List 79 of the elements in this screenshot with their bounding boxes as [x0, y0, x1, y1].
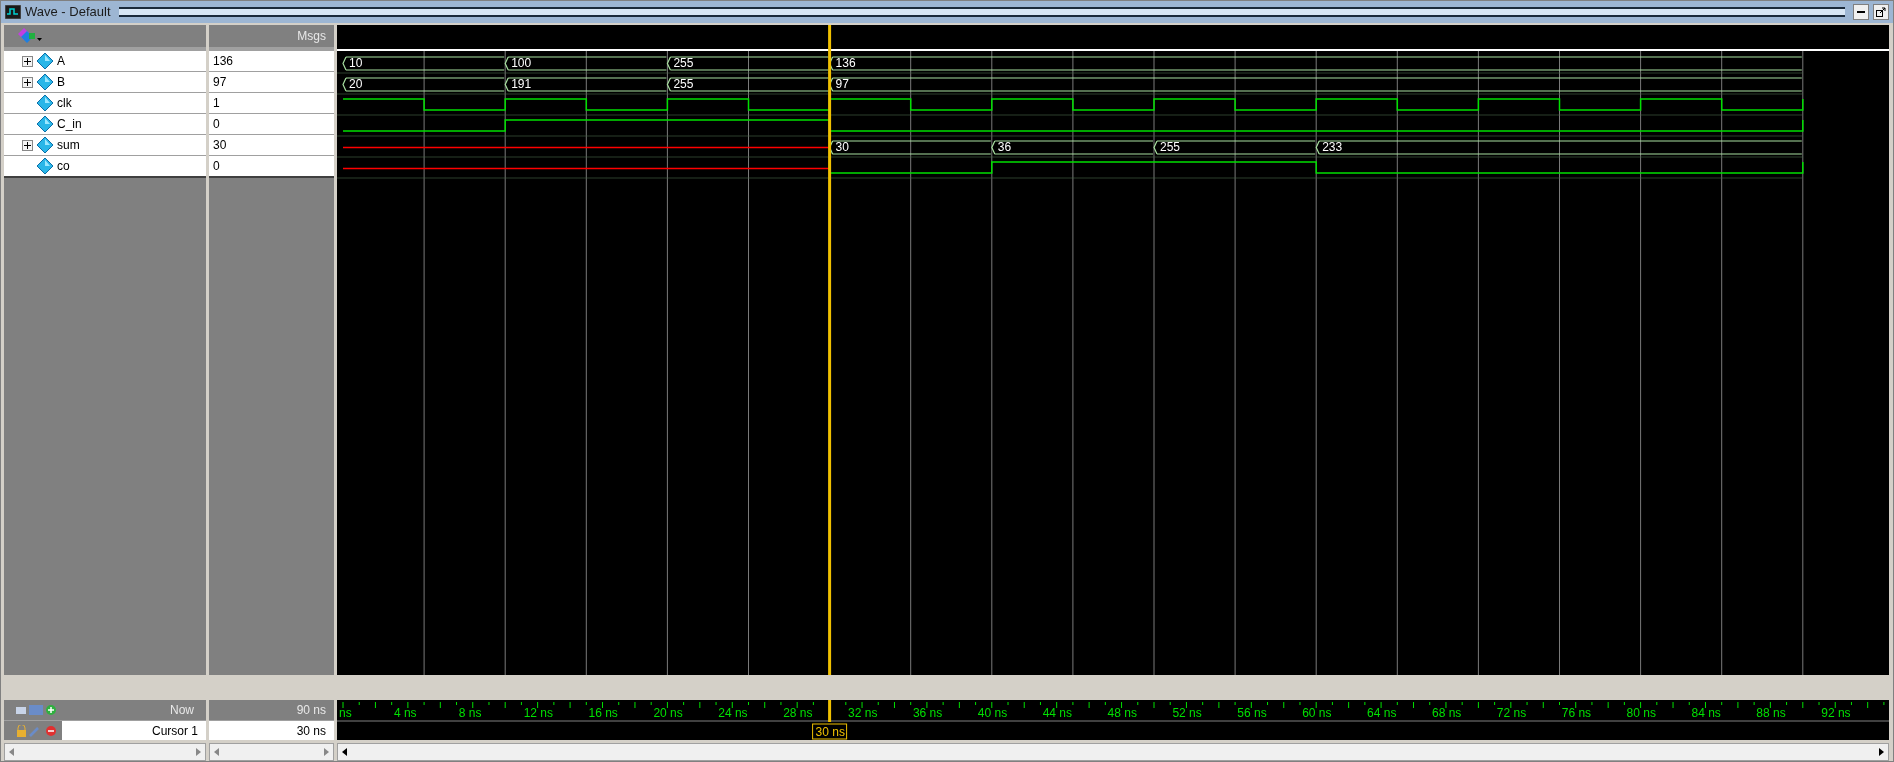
signal-value: 0 — [213, 158, 220, 175]
values-header: Msgs — [297, 28, 326, 45]
signal-name[interactable]: clk — [57, 94, 72, 112]
undock-button[interactable] — [1873, 4, 1889, 20]
time-label: 48 ns — [1107, 706, 1137, 720]
signal-value: 97 — [213, 74, 227, 91]
time-label: 56 ns — [1237, 706, 1267, 720]
cursor-tools-icon[interactable] — [16, 724, 58, 737]
bus-value: 100 — [511, 56, 532, 70]
time-label: 20 ns — [653, 706, 683, 720]
diamond-icon — [37, 74, 53, 90]
scroll-left-icon[interactable] — [342, 748, 347, 756]
time-label: 24 ns — [718, 706, 748, 720]
diamond-icon — [37, 53, 53, 69]
time-label: 36 ns — [912, 706, 943, 720]
plus-icon — [24, 141, 31, 149]
scroll-right-icon[interactable] — [1879, 748, 1884, 756]
minimize-icon — [1857, 11, 1865, 13]
now-value: 90 ns — [296, 702, 326, 719]
expand-button[interactable] — [22, 55, 33, 67]
time-label: 92 ns — [1821, 706, 1851, 720]
time-label: 44 ns — [1042, 706, 1073, 720]
bus-value: 191 — [511, 77, 532, 91]
signal-name[interactable]: sum — [57, 136, 80, 154]
time-label: 4 ns — [393, 706, 417, 720]
bus-value: 36 — [997, 140, 1012, 154]
signal-name[interactable]: A — [57, 52, 65, 70]
time-label: 88 ns — [1756, 706, 1786, 720]
diamond-icon — [37, 137, 53, 153]
cursor-line[interactable] — [828, 25, 832, 675]
time-label: 32 ns — [848, 706, 878, 720]
cursor-name[interactable]: Cursor 1 — [62, 721, 206, 740]
minimize-button[interactable] — [1853, 4, 1869, 20]
diamond-icon — [37, 158, 53, 174]
time-label: 40 ns — [977, 706, 1008, 720]
expand-button[interactable] — [22, 139, 33, 151]
cursor-value: 30 ns — [296, 722, 326, 740]
now-label: Now — [170, 702, 194, 719]
time-label: 68 ns — [1431, 706, 1462, 720]
signal-name[interactable]: B — [57, 73, 65, 91]
signal-value: 30 — [213, 137, 227, 154]
time-label: 84 ns — [1691, 706, 1721, 720]
time-label: 72 ns — [1496, 706, 1527, 720]
time-label: ns — [339, 706, 352, 720]
signal-value: 136 — [213, 53, 234, 70]
plus-icon — [24, 57, 31, 65]
bus-value: 136 — [835, 56, 856, 70]
time-label: 80 ns — [1626, 706, 1656, 720]
window-title: Wave - Default — [25, 3, 111, 22]
expand-button[interactable] — [22, 76, 33, 88]
time-label: 28 ns — [783, 706, 813, 720]
signal-name[interactable]: co — [57, 157, 70, 175]
scrollbar[interactable] — [337, 743, 1889, 761]
cursor-toolbar-icon[interactable] — [16, 704, 58, 716]
time-label: 16 ns — [588, 706, 618, 720]
time-label: 60 ns — [1302, 706, 1332, 720]
plus-icon — [24, 78, 31, 86]
diamond-icon — [37, 116, 53, 132]
bus-value: 97 — [835, 77, 849, 91]
signal-name[interactable]: C_in — [57, 115, 82, 133]
bus-value: 233 — [1322, 140, 1343, 154]
bus-value: 255 — [673, 77, 694, 91]
bus-value: 255 — [673, 56, 694, 70]
wave-window-icon — [5, 5, 21, 19]
bus-value: 255 — [1160, 140, 1181, 154]
time-label: 76 ns — [1561, 706, 1592, 720]
diamond-icon — [37, 95, 53, 111]
time-label: 52 ns — [1172, 706, 1202, 720]
time-label: 64 ns — [1367, 706, 1397, 720]
bus-value: 30 — [835, 140, 849, 154]
signal-value: 1 — [213, 95, 220, 112]
cursor-time-flag[interactable]: 30 ns — [812, 723, 848, 740]
time-label: 8 ns — [458, 706, 482, 720]
signal-value: 0 — [213, 116, 220, 133]
undock-icon — [1876, 7, 1886, 17]
time-label: 12 ns — [523, 706, 553, 720]
bus-value: 10 — [349, 56, 363, 70]
bus-value: 20 — [349, 77, 363, 91]
wave-add-icon[interactable] — [16, 27, 42, 45]
